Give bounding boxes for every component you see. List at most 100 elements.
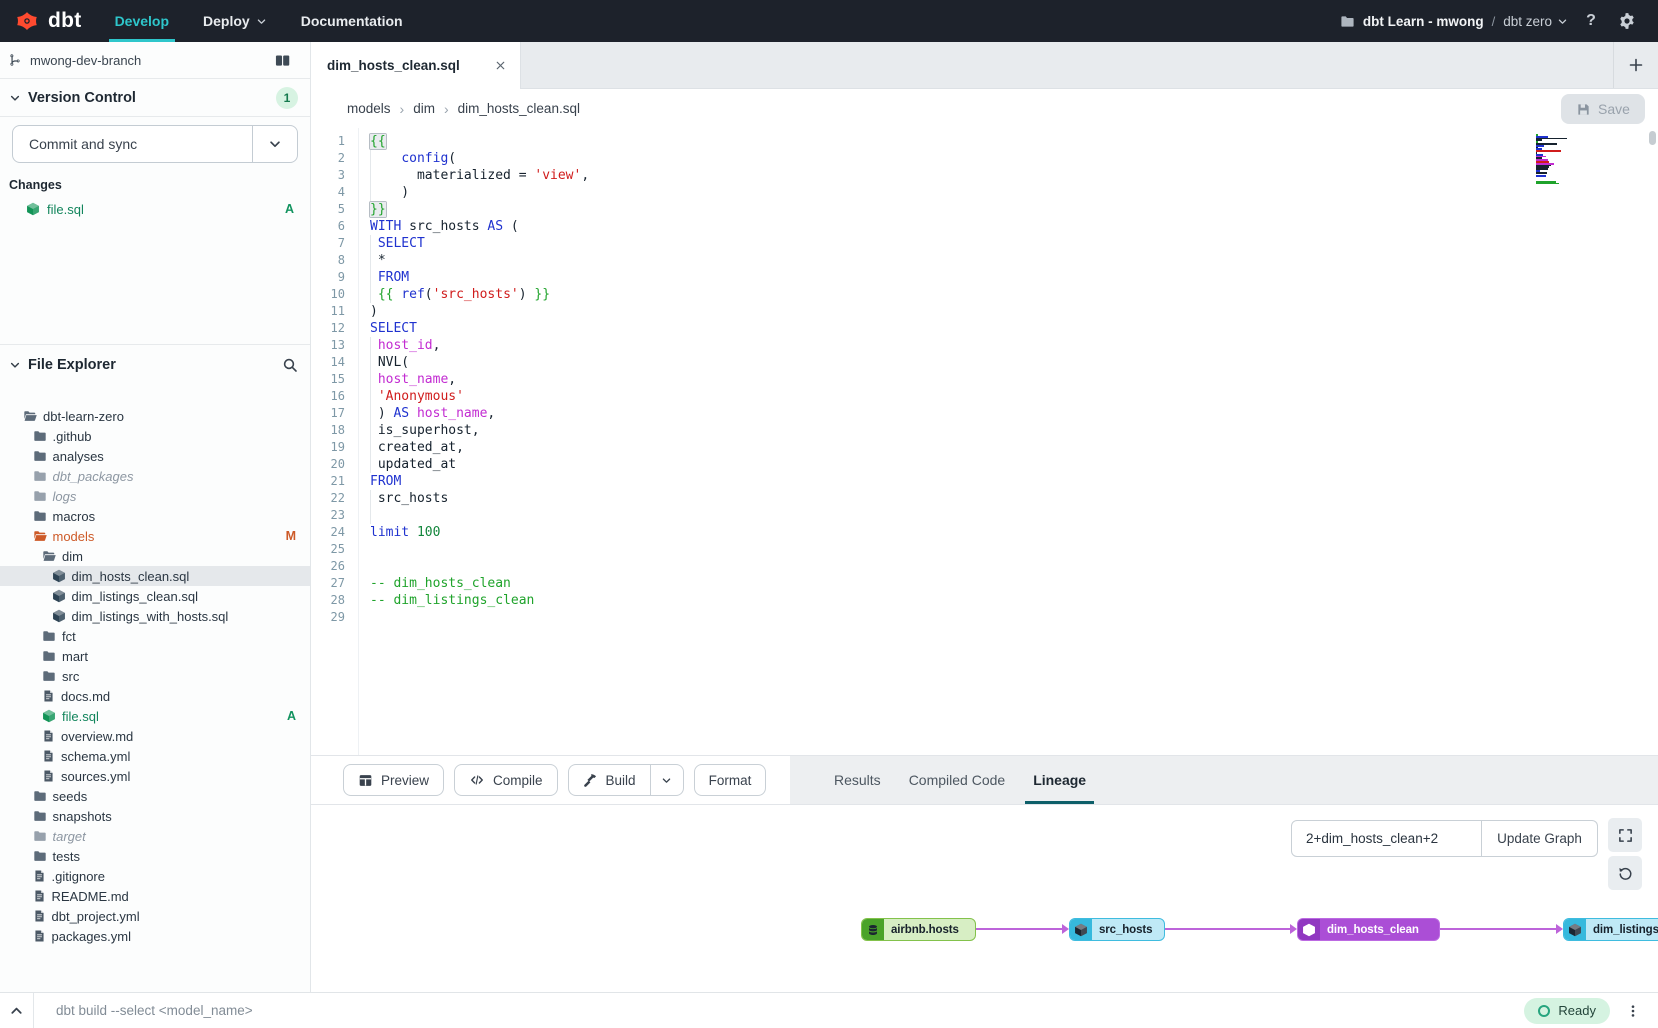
split-panels-icon[interactable] xyxy=(274,53,291,68)
code-line-1: {{ xyxy=(370,133,1658,150)
tree-item-target[interactable]: target xyxy=(0,826,310,846)
hammer-icon xyxy=(583,773,598,788)
commit-and-sync-button[interactable]: Commit and sync xyxy=(12,125,298,163)
file-explorer-header[interactable]: File Explorer xyxy=(0,344,310,384)
changes-label: Changes xyxy=(9,178,62,192)
tab-results[interactable]: Results xyxy=(820,756,895,804)
tree-item-src[interactable]: src xyxy=(0,666,310,686)
sidebar: mwong-dev-branch Version Control 1 Commi… xyxy=(0,42,311,992)
code-line-15: host_name, xyxy=(370,371,1658,388)
tree-item-label: seeds xyxy=(53,789,88,804)
tree-item-dim_listings_clean.sql[interactable]: dim_listings_clean.sql xyxy=(0,586,310,606)
chevron-up-icon[interactable] xyxy=(0,993,33,1028)
tree-item-sources.yml[interactable]: sources.yml xyxy=(0,766,310,786)
project-switcher[interactable]: dbt Learn - mwong / dbt zero xyxy=(1340,14,1568,29)
folder-icon xyxy=(33,489,47,503)
status-badge[interactable]: Ready xyxy=(1524,998,1610,1024)
dbt-command-input[interactable] xyxy=(33,993,1524,1028)
tree-item-packages.yml[interactable]: packages.yml xyxy=(0,926,310,946)
update-graph-button[interactable]: Update Graph xyxy=(1482,820,1598,857)
tree-item-label: src xyxy=(62,669,79,684)
code-line-24: limit 100 xyxy=(370,524,1658,541)
tree-item-seeds[interactable]: seeds xyxy=(0,786,310,806)
code-line-21: FROM xyxy=(370,473,1658,490)
file-tree: dbt-learn-zero.githubanalysesdbt_package… xyxy=(0,406,310,946)
tree-item-label: dim xyxy=(62,549,83,564)
code-line-5: }} xyxy=(370,201,1658,218)
build-button[interactable]: Build xyxy=(568,764,650,796)
tree-item-models[interactable]: modelsM xyxy=(0,526,310,546)
nav-item-deploy[interactable]: Deploy xyxy=(186,0,284,42)
build-split-button: Build xyxy=(568,764,684,796)
model-cube-icon xyxy=(52,609,66,623)
tree-item-mart[interactable]: mart xyxy=(0,646,310,666)
grid-icon xyxy=(358,773,373,788)
code-line-29 xyxy=(370,609,1658,626)
code-editor[interactable]: 1234567891011121314151617181920212223242… xyxy=(311,128,1658,755)
git-branch-icon xyxy=(9,53,23,67)
editor-tab[interactable]: dim_hosts_clean.sql xyxy=(311,42,521,89)
save-button[interactable]: Save xyxy=(1561,94,1645,124)
code-line-23 xyxy=(370,507,1658,524)
action-bar: Preview Compile Build Format ResultsCompile… xyxy=(311,755,1658,805)
tree-item-dim_listings_with_hosts.sql[interactable]: dim_listings_with_hosts.sql xyxy=(0,606,310,626)
folder-icon xyxy=(33,449,47,463)
tree-item-schema.yml[interactable]: schema.yml xyxy=(0,746,310,766)
editor-scrollbar-thumb[interactable] xyxy=(1649,131,1656,145)
build-options-chevron[interactable] xyxy=(650,764,684,796)
nav-item-develop[interactable]: Develop xyxy=(98,0,186,42)
format-button[interactable]: Format xyxy=(694,764,767,796)
button-label: Format xyxy=(709,773,752,788)
tree-item-fct[interactable]: fct xyxy=(0,626,310,646)
button-label: Build xyxy=(606,773,636,788)
reset-view-icon[interactable] xyxy=(1608,856,1642,890)
nav-item-label: Documentation xyxy=(301,13,403,29)
tree-item-dbt-learn-zero[interactable]: dbt-learn-zero xyxy=(0,406,310,426)
version-control-header[interactable]: Version Control 1 xyxy=(0,79,310,117)
folder-icon xyxy=(42,669,56,683)
code-line-18: is_superhost, xyxy=(370,422,1658,439)
close-tab-icon[interactable] xyxy=(494,59,507,72)
tree-item-docs.md[interactable]: docs.md xyxy=(0,686,310,706)
search-icon[interactable] xyxy=(282,357,298,373)
commit-options-chevron[interactable] xyxy=(252,126,297,162)
lineage-selector-input[interactable] xyxy=(1291,820,1482,857)
kebab-menu-icon[interactable] xyxy=(1618,1003,1648,1019)
tab-lineage[interactable]: Lineage xyxy=(1019,756,1100,804)
lineage-node-src_hosts[interactable]: src_hosts xyxy=(1069,918,1165,941)
tree-item-.gitignore[interactable]: .gitignore xyxy=(0,866,310,886)
tree-item-logs[interactable]: logs xyxy=(0,486,310,506)
settings-gear-icon[interactable] xyxy=(1614,8,1640,34)
tree-item-.github[interactable]: .github xyxy=(0,426,310,446)
nav-item-documentation[interactable]: Documentation xyxy=(284,0,420,42)
minimap[interactable] xyxy=(1536,134,1570,186)
model-cube-icon xyxy=(1298,919,1320,940)
compile-button[interactable]: Compile xyxy=(454,764,558,796)
preview-button[interactable]: Preview xyxy=(343,764,444,796)
tree-item-dim[interactable]: dim xyxy=(0,546,310,566)
lineage-node-airbnb.hosts[interactable]: airbnb.hosts xyxy=(861,918,976,941)
tree-item-dim_hosts_clean.sql[interactable]: dim_hosts_clean.sql xyxy=(0,566,310,586)
help-icon[interactable]: ? xyxy=(1578,8,1604,34)
new-tab-plus-icon[interactable] xyxy=(1614,57,1658,73)
tree-item-overview.md[interactable]: overview.md xyxy=(0,726,310,746)
lineage-node-dim_hosts_clean[interactable]: dim_hosts_clean xyxy=(1297,918,1440,941)
tree-item-file.sql[interactable]: file.sqlA xyxy=(0,706,310,726)
fullscreen-icon[interactable] xyxy=(1608,818,1642,852)
tree-item-README.md[interactable]: README.md xyxy=(0,886,310,906)
file-icon xyxy=(42,749,55,763)
changed-file-row[interactable]: file.sqlA xyxy=(0,198,310,220)
tree-item-macros[interactable]: macros xyxy=(0,506,310,526)
chevron-down-icon xyxy=(9,359,21,371)
folder-open-icon xyxy=(33,529,47,543)
folder-icon xyxy=(33,829,47,843)
tree-item-analyses[interactable]: analyses xyxy=(0,446,310,466)
tree-item-label: .gitignore xyxy=(52,869,105,884)
tree-item-dbt_project.yml[interactable]: dbt_project.yml xyxy=(0,906,310,926)
tab-compiled-code[interactable]: Compiled Code xyxy=(895,756,1020,804)
chevron-down-icon xyxy=(1557,16,1568,27)
tree-item-tests[interactable]: tests xyxy=(0,846,310,866)
lineage-node-dim_listings_with_hosts[interactable]: dim_listings_with_hosts xyxy=(1563,918,1658,941)
tree-item-dbt_packages[interactable]: dbt_packages xyxy=(0,466,310,486)
tree-item-snapshots[interactable]: snapshots xyxy=(0,806,310,826)
